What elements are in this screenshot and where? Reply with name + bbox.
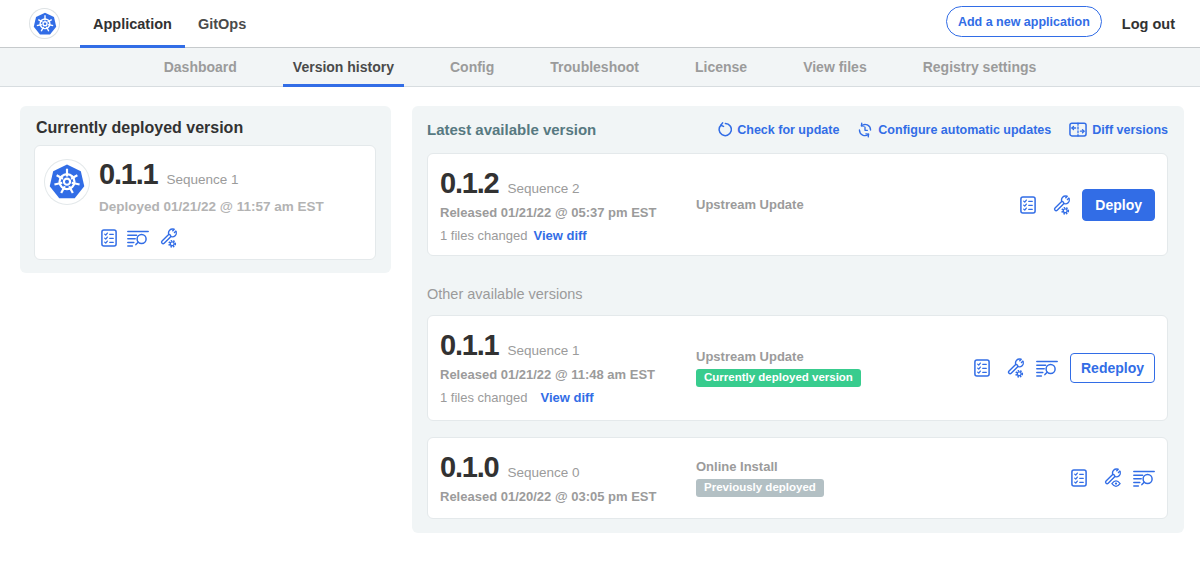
add-application-button[interactable]: Add a new application	[946, 6, 1102, 37]
currently-deployed-title: Currently deployed version	[36, 118, 376, 137]
deploy-logs-icon[interactable]	[1133, 468, 1155, 488]
subnav-tab-version-history[interactable]: Version history	[283, 48, 404, 86]
version-row-0-1-1: 0.1.1 Sequence 1 Released 01/21/22 @ 11:…	[427, 315, 1168, 421]
config-eye-icon[interactable]	[1101, 468, 1121, 488]
version-source-label: Upstream Update	[696, 197, 804, 212]
version-number: 0.1.1	[440, 330, 499, 360]
deployed-version-number: 0.1.1	[99, 159, 158, 189]
version-row-0-1-0: 0.1.0 Sequence 0 Released 01/20/22 @ 03:…	[427, 437, 1168, 519]
auto-update-clock-icon	[857, 122, 873, 138]
currently-deployed-panel: Currently deployed version 0.1.1 Sequenc…	[20, 106, 391, 273]
version-row-0-1-2: 0.1.2 Sequence 2 Released 01/21/22 @ 05:…	[427, 153, 1168, 256]
view-diff-link[interactable]: View diff	[540, 390, 593, 405]
sequence-label: Sequence 2	[508, 181, 580, 196]
config-gear-icon[interactable]	[1004, 358, 1024, 378]
sequence-label: Sequence 1	[508, 343, 580, 358]
diff-icon	[1069, 121, 1087, 138]
view-diff-link[interactable]: View diff	[533, 228, 586, 243]
config-gear-icon[interactable]	[1050, 195, 1070, 215]
main-content: Currently deployed version 0.1.1 Sequenc…	[0, 87, 1200, 533]
preflight-checklist-icon[interactable]	[99, 228, 119, 248]
subnav-tab-config[interactable]: Config	[440, 48, 504, 86]
currently-deployed-card: 0.1.1 Sequence 1 Deployed 01/21/22 @ 11:…	[34, 145, 376, 260]
released-timestamp: Released 01/21/22 @ 11:48 am EST	[440, 367, 696, 382]
deploy-logs-icon[interactable]	[127, 228, 149, 248]
previously-deployed-badge: Previously deployed	[696, 479, 824, 498]
deploy-logs-icon[interactable]	[1036, 358, 1058, 378]
logout-link[interactable]: Log out	[1122, 16, 1175, 32]
deployed-timestamp: Deployed 01/21/22 @ 11:57 am EST	[99, 198, 363, 216]
subnav-tab-troubleshoot[interactable]: Troubleshoot	[540, 48, 649, 86]
deployed-sequence-label: Sequence 1	[167, 172, 239, 187]
preflight-checklist-icon[interactable]	[1018, 195, 1038, 215]
redeploy-button[interactable]: Redeploy	[1070, 353, 1155, 383]
app-tabs: Application GitOps	[80, 0, 259, 47]
diff-versions-link[interactable]: Diff versions	[1069, 121, 1168, 138]
check-for-update-link[interactable]: Check for update	[716, 122, 839, 138]
released-timestamp: Released 01/20/22 @ 03:05 pm EST	[440, 489, 696, 504]
version-number: 0.1.0	[440, 452, 499, 482]
tab-gitops[interactable]: GitOps	[185, 0, 259, 47]
tab-application[interactable]: Application	[80, 0, 185, 47]
subnav-tab-registry-settings[interactable]: Registry settings	[913, 48, 1047, 86]
subnav-tab-view-files[interactable]: View files	[793, 48, 877, 86]
config-gear-icon[interactable]	[157, 228, 177, 248]
released-timestamp: Released 01/21/22 @ 05:37 pm EST	[440, 205, 696, 220]
version-source-label: Upstream Update	[696, 349, 804, 364]
navbar-right: Add a new application Log out	[946, 0, 1175, 48]
deployed-info: 0.1.1 Sequence 1 Deployed 01/21/22 @ 11:…	[99, 159, 363, 248]
app-kubernetes-icon	[45, 160, 89, 204]
sequence-label: Sequence 0	[508, 465, 580, 480]
files-changed-label: 1 files changed	[440, 390, 527, 405]
other-available-versions-title: Other available versions	[427, 286, 1168, 302]
available-versions-panel: Latest available version Check for updat…	[412, 106, 1184, 533]
subnav-tab-dashboard[interactable]: Dashboard	[154, 48, 247, 86]
preflight-checklist-icon[interactable]	[972, 358, 992, 378]
configure-automatic-updates-link[interactable]: Configure automatic updates	[857, 122, 1051, 138]
files-changed-label: 1 files changed	[440, 228, 527, 243]
preflight-checklist-icon[interactable]	[1069, 468, 1089, 488]
deploy-button[interactable]: Deploy	[1082, 189, 1155, 221]
top-navbar: Application GitOps Add a new application…	[0, 0, 1200, 48]
version-source-label: Online Install	[696, 459, 778, 474]
refresh-icon	[716, 122, 732, 138]
version-number: 0.1.2	[440, 168, 499, 198]
subnav-tab-license[interactable]: License	[685, 48, 757, 86]
latest-available-title: Latest available version	[427, 121, 596, 138]
app-subnav: Dashboard Version history Config Trouble…	[0, 48, 1200, 87]
kubernetes-logo-icon	[30, 9, 59, 38]
currently-deployed-badge: Currently deployed version	[696, 369, 861, 388]
